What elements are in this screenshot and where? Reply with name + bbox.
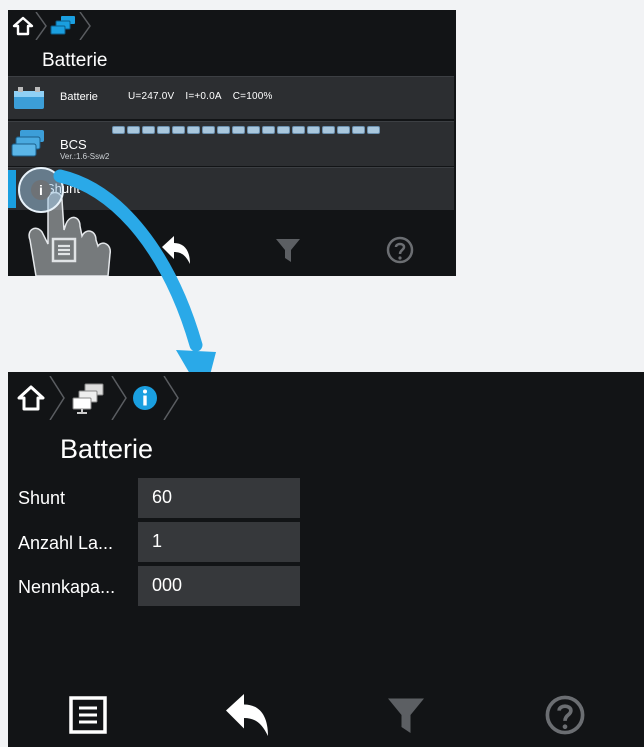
back-arrow-icon bbox=[225, 694, 268, 736]
devices-icon[interactable] bbox=[68, 381, 108, 415]
menu-button[interactable] bbox=[8, 683, 167, 747]
menu-icon bbox=[68, 696, 107, 734]
shunt-field[interactable]: 60 bbox=[138, 478, 300, 518]
info-icon[interactable] bbox=[130, 383, 160, 413]
help-icon bbox=[545, 695, 584, 735]
home-icon[interactable] bbox=[16, 383, 46, 413]
bottom-screen: Batterie Shunt 60 Anzahl La... 1 Nennkap… bbox=[8, 372, 644, 747]
field-label-anzahl: Anzahl La... bbox=[18, 533, 114, 553]
breadcrumb-separator-icon bbox=[111, 376, 127, 420]
field-label-shunt: Shunt bbox=[18, 488, 66, 508]
field-label-nennkapazitaet: Nennkapa... bbox=[18, 577, 116, 597]
breadcrumb bbox=[16, 376, 182, 420]
breadcrumb-separator-icon bbox=[163, 376, 179, 420]
filter-button[interactable] bbox=[326, 683, 485, 747]
filter-icon bbox=[387, 698, 424, 733]
nennkapazitaet-field[interactable]: 000 bbox=[138, 566, 300, 606]
breadcrumb-separator-icon bbox=[49, 376, 65, 420]
help-button[interactable] bbox=[485, 683, 644, 747]
bottom-toolbar bbox=[8, 683, 644, 747]
anzahl-field[interactable]: 1 bbox=[138, 522, 300, 562]
page-title: Batterie bbox=[60, 434, 154, 464]
back-button[interactable] bbox=[167, 683, 326, 747]
